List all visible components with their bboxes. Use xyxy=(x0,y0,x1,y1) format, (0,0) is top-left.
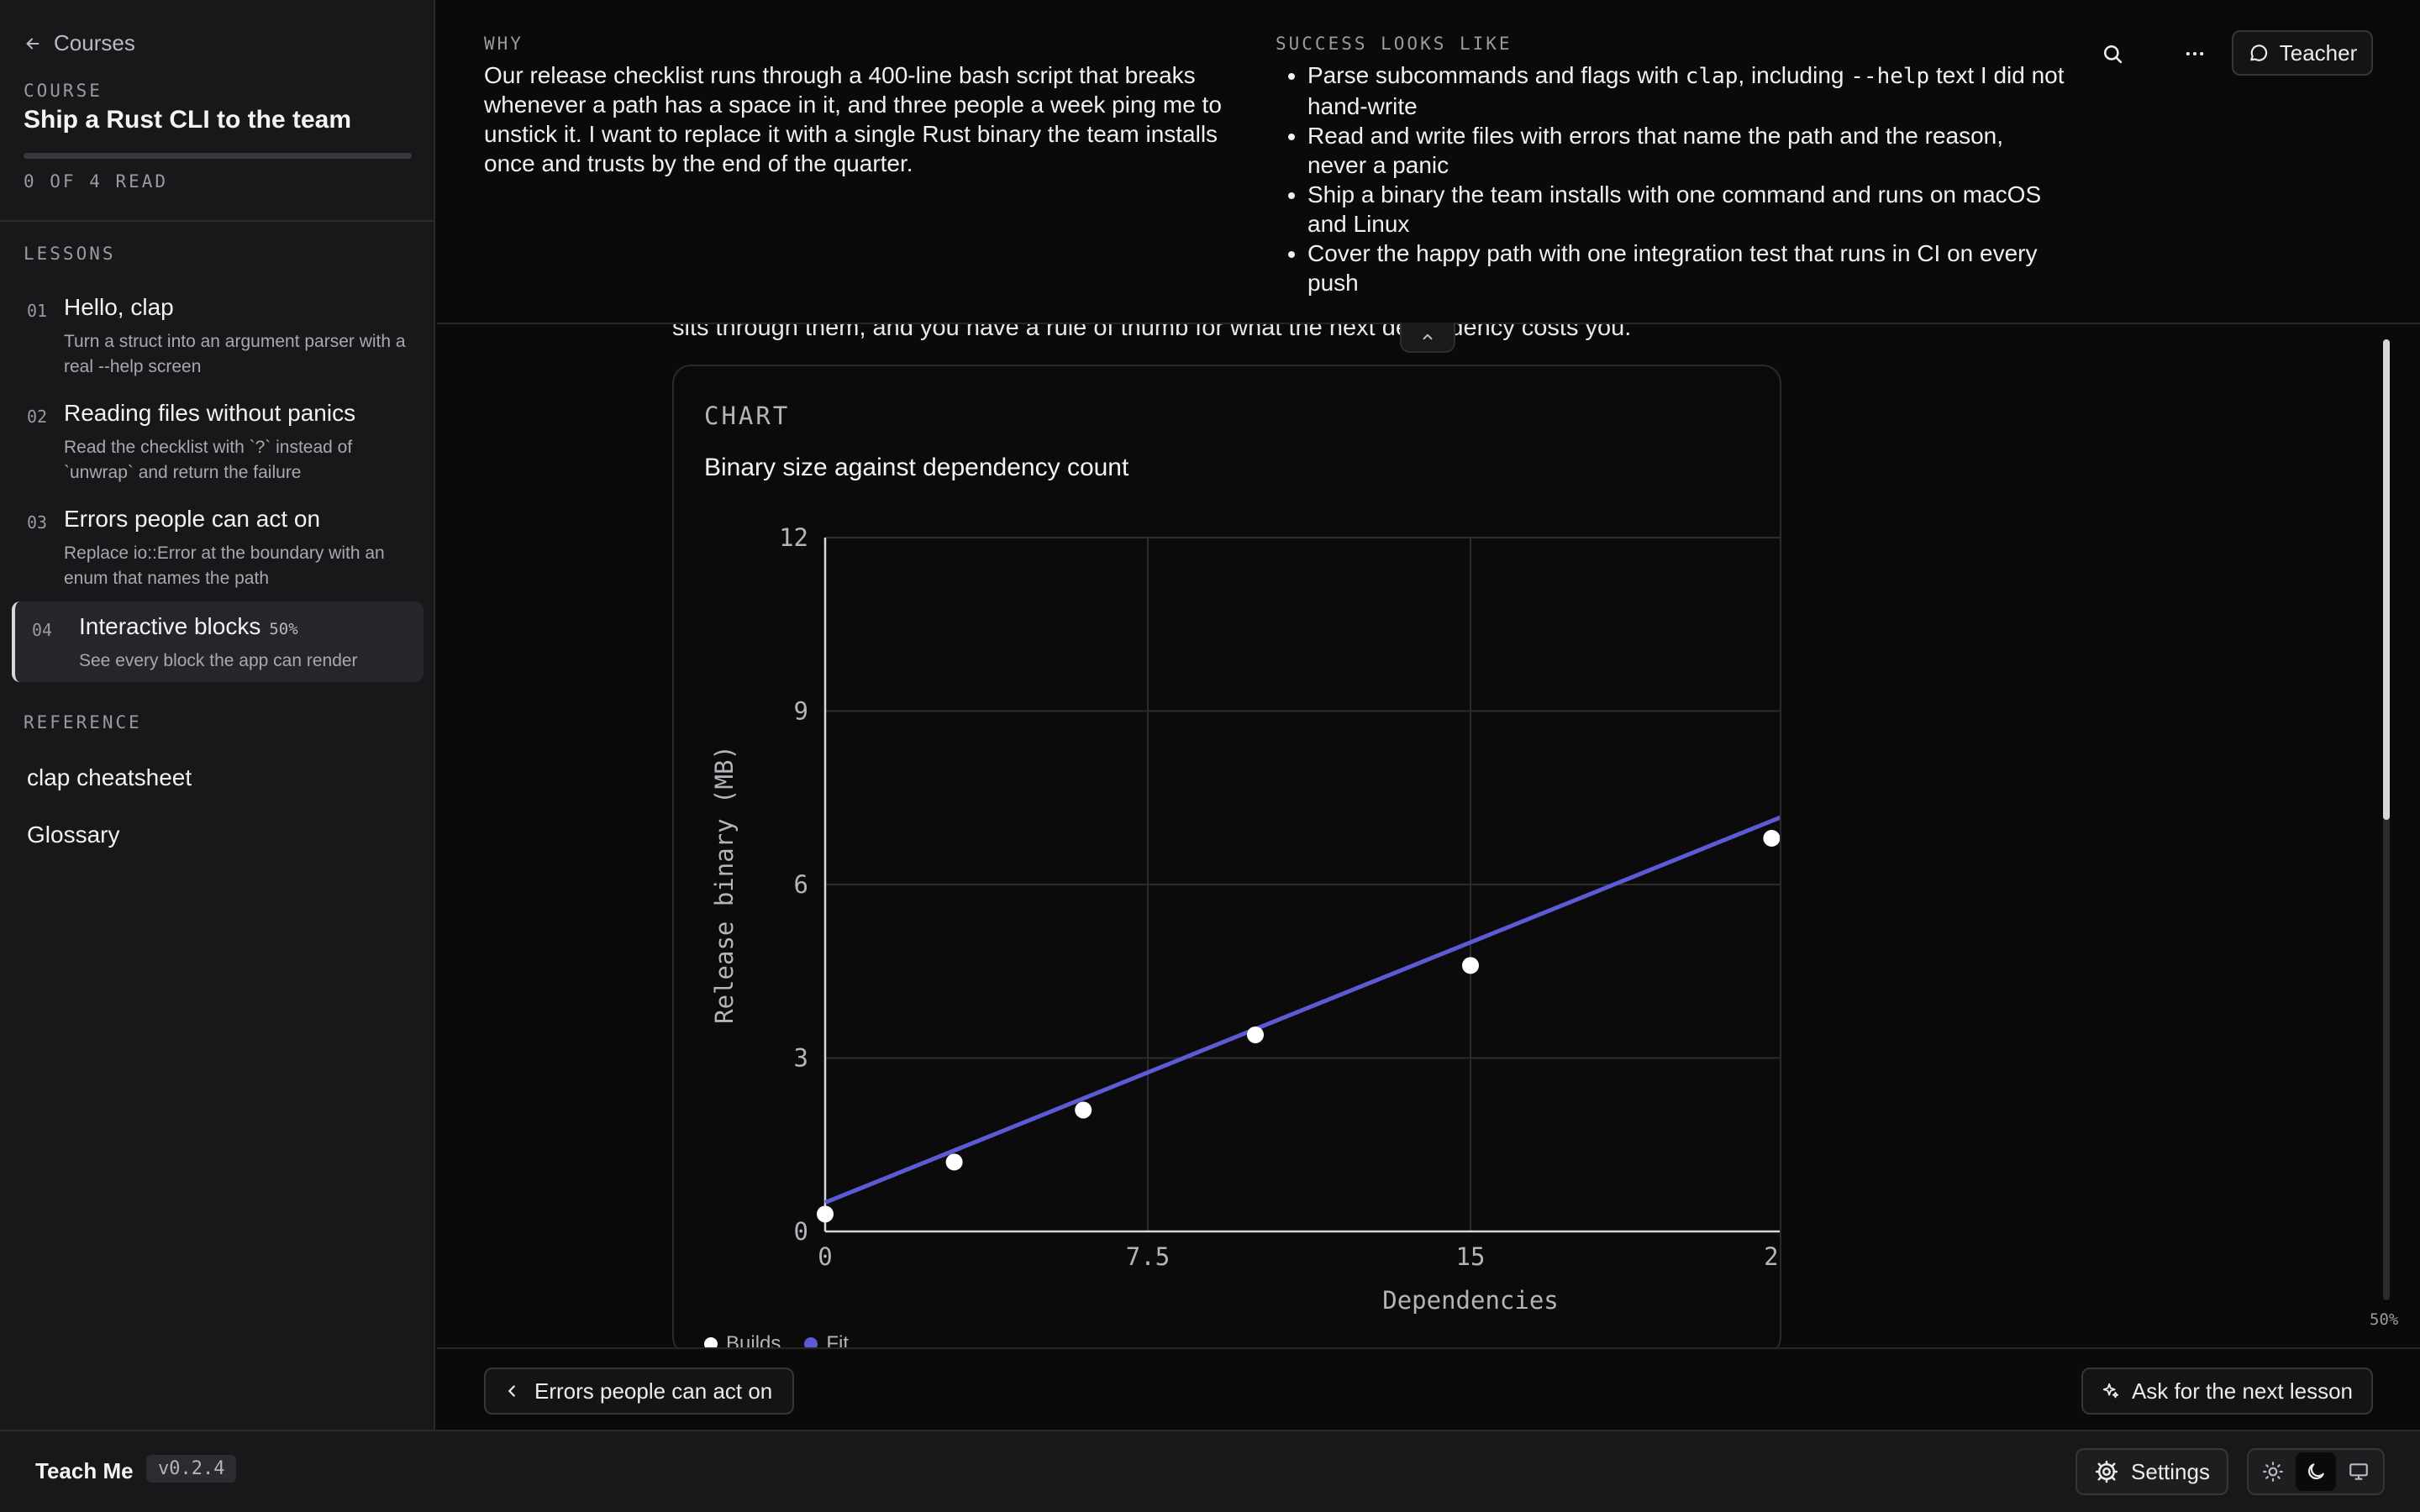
success-item: Ship a binary the team installs with one… xyxy=(1307,180,2065,239)
success-item: Read and write files with errors that na… xyxy=(1307,121,2065,180)
reference-item-clap-cheatsheet[interactable]: clap cheatsheet xyxy=(27,764,192,791)
ask-next-lesson-button[interactable]: Ask for the next lesson xyxy=(2081,1368,2373,1415)
lesson-progress-badge: 50% xyxy=(269,620,298,638)
moon-icon xyxy=(2307,1463,2324,1480)
lesson-number: 01 xyxy=(27,301,48,321)
lesson-item-3[interactable]: 03 Errors people can act on Replace io::… xyxy=(12,494,424,603)
gear-icon xyxy=(2095,1460,2118,1483)
theme-switcher xyxy=(2247,1448,2385,1495)
lesson-title: Interactive blocks xyxy=(79,613,261,639)
teacher-button-label: Teacher xyxy=(2279,39,2358,66)
success-section: SUCCESS LOOKS LIKE Parse subcommands and… xyxy=(1276,34,2065,297)
y-tick-label: 12 xyxy=(779,523,808,552)
app-name: Teach Me xyxy=(35,1458,134,1483)
chevron-up-icon xyxy=(1423,333,1433,340)
collapse-header-button[interactable] xyxy=(1400,323,1455,353)
theme-system-option[interactable] xyxy=(2338,1452,2379,1491)
settings-button[interactable]: Settings xyxy=(2075,1448,2228,1495)
more-options-button[interactable] xyxy=(2178,37,2212,71)
back-link-label: Courses xyxy=(54,30,135,55)
course-progress-label: 0 OF 4 READ xyxy=(24,171,169,192)
previous-lesson-label: Errors people can act on xyxy=(534,1378,773,1404)
success-item: Parse subcommands and flags with clap, i… xyxy=(1307,60,2065,121)
x-tick-label: 15 xyxy=(1456,1242,1486,1271)
fit-line xyxy=(824,815,1780,1205)
why-eyebrow: WHY xyxy=(484,34,523,54)
data-point xyxy=(945,1153,963,1171)
settings-label: Settings xyxy=(2131,1458,2210,1484)
success-eyebrow: SUCCESS LOOKS LIKE xyxy=(1276,34,1512,54)
lesson-description: Read the checklist with `?` instead of `… xyxy=(64,438,353,482)
y-axis-title: Release binary (MB) xyxy=(710,745,739,1024)
lesson-goal-panel: WHY Our release checklist runs through a… xyxy=(437,0,2420,324)
y-tick-label: 9 xyxy=(794,697,808,726)
lesson-description: See every block the app can render xyxy=(79,651,358,670)
ask-next-lesson-label: Ask for the next lesson xyxy=(2131,1378,2353,1404)
data-point xyxy=(1462,957,1479,974)
previous-lesson-button[interactable]: Errors people can act on xyxy=(484,1368,795,1415)
sidebar: Courses COURSE Ship a Rust CLI to the te… xyxy=(0,0,435,1430)
y-tick-label: 3 xyxy=(794,1044,808,1073)
x-axis-title: Dependencies xyxy=(1382,1286,1559,1315)
success-criteria-list: Parse subcommands and flags with clap, i… xyxy=(1276,60,2065,297)
more-horizontal-icon xyxy=(2186,51,2204,56)
lesson-number: 04 xyxy=(32,620,53,640)
search-icon xyxy=(2103,45,2123,64)
teacher-button[interactable]: Teacher xyxy=(2232,30,2373,76)
x-tick-label: 0 xyxy=(818,1242,832,1271)
reading-progress-scrollbar[interactable] xyxy=(2383,339,2390,1300)
lesson-item-4-active[interactable]: 04 Interactive blocks 50% See every bloc… xyxy=(12,601,424,682)
data-point xyxy=(1247,1026,1264,1043)
course-eyebrow: COURSE xyxy=(24,81,103,101)
sidebar-divider xyxy=(0,220,435,222)
why-section: WHY Our release checklist runs through a… xyxy=(484,34,1257,178)
sun-icon xyxy=(2263,1462,2284,1482)
lesson-item-2[interactable]: 02 Reading files without panics Read the… xyxy=(12,388,424,497)
chat-bubble-icon xyxy=(2250,45,2267,61)
course-title: Ship a Rust CLI to the team xyxy=(24,106,352,134)
data-point xyxy=(817,1205,834,1223)
lesson-title: Errors people can act on xyxy=(64,506,321,532)
main-content: sits through them, and you have a rule o… xyxy=(437,0,2420,1430)
success-item: Cover the happy path with one integratio… xyxy=(1307,239,2065,297)
search-button[interactable] xyxy=(2096,37,2129,71)
monitor-icon xyxy=(2349,1463,2368,1480)
back-to-courses-link[interactable]: Courses xyxy=(24,30,135,56)
reference-item-glossary[interactable]: Glossary xyxy=(27,822,119,848)
theme-dark-option[interactable] xyxy=(2295,1452,2336,1491)
why-text: Our release checklist runs through a 400… xyxy=(484,62,1222,176)
lesson-number: 03 xyxy=(27,512,48,533)
lessons-eyebrow: LESSONS xyxy=(24,244,116,264)
scatter-chart: 07.51522.530036912DependenciesRelease bi… xyxy=(710,523,1781,1315)
sparkles-icon xyxy=(2102,1383,2119,1399)
lesson-title: Reading files without panics xyxy=(64,400,356,426)
app-status-bar: Teach Me v0.2.4 Settings xyxy=(0,1430,2420,1512)
lesson-item-1[interactable]: 01 Hello, clap Turn a struct into an arg… xyxy=(12,282,424,391)
lesson-description: Replace io::Error at the boundary with a… xyxy=(64,543,385,588)
reference-eyebrow: REFERENCE xyxy=(24,712,142,732)
data-point xyxy=(1075,1101,1092,1119)
arrow-left-icon xyxy=(26,37,39,50)
lesson-description: Turn a struct into an argument parser wi… xyxy=(64,332,406,376)
x-tick-label: 7.5 xyxy=(1126,1242,1170,1271)
theme-light-option[interactable] xyxy=(2253,1452,2293,1491)
chevron-left-icon xyxy=(508,1385,515,1397)
reading-progress-label: 50% xyxy=(2370,1310,2399,1329)
data-point xyxy=(1763,829,1780,847)
lesson-number: 02 xyxy=(27,407,48,427)
version-badge: v0.2.4 xyxy=(146,1455,237,1483)
scrollbar-thumb[interactable] xyxy=(2383,339,2390,820)
lesson-footer-nav: Errors people can act on Ask for the nex… xyxy=(437,1347,2420,1430)
chart-block: CHART Binary size against dependency cou… xyxy=(672,365,1781,1356)
course-progress-bar xyxy=(24,153,412,159)
lesson-title: Hello, clap xyxy=(64,294,174,320)
x-tick-label: 22.5 xyxy=(1764,1242,1781,1271)
y-tick-label: 6 xyxy=(794,870,808,899)
y-tick-label: 0 xyxy=(794,1217,808,1246)
